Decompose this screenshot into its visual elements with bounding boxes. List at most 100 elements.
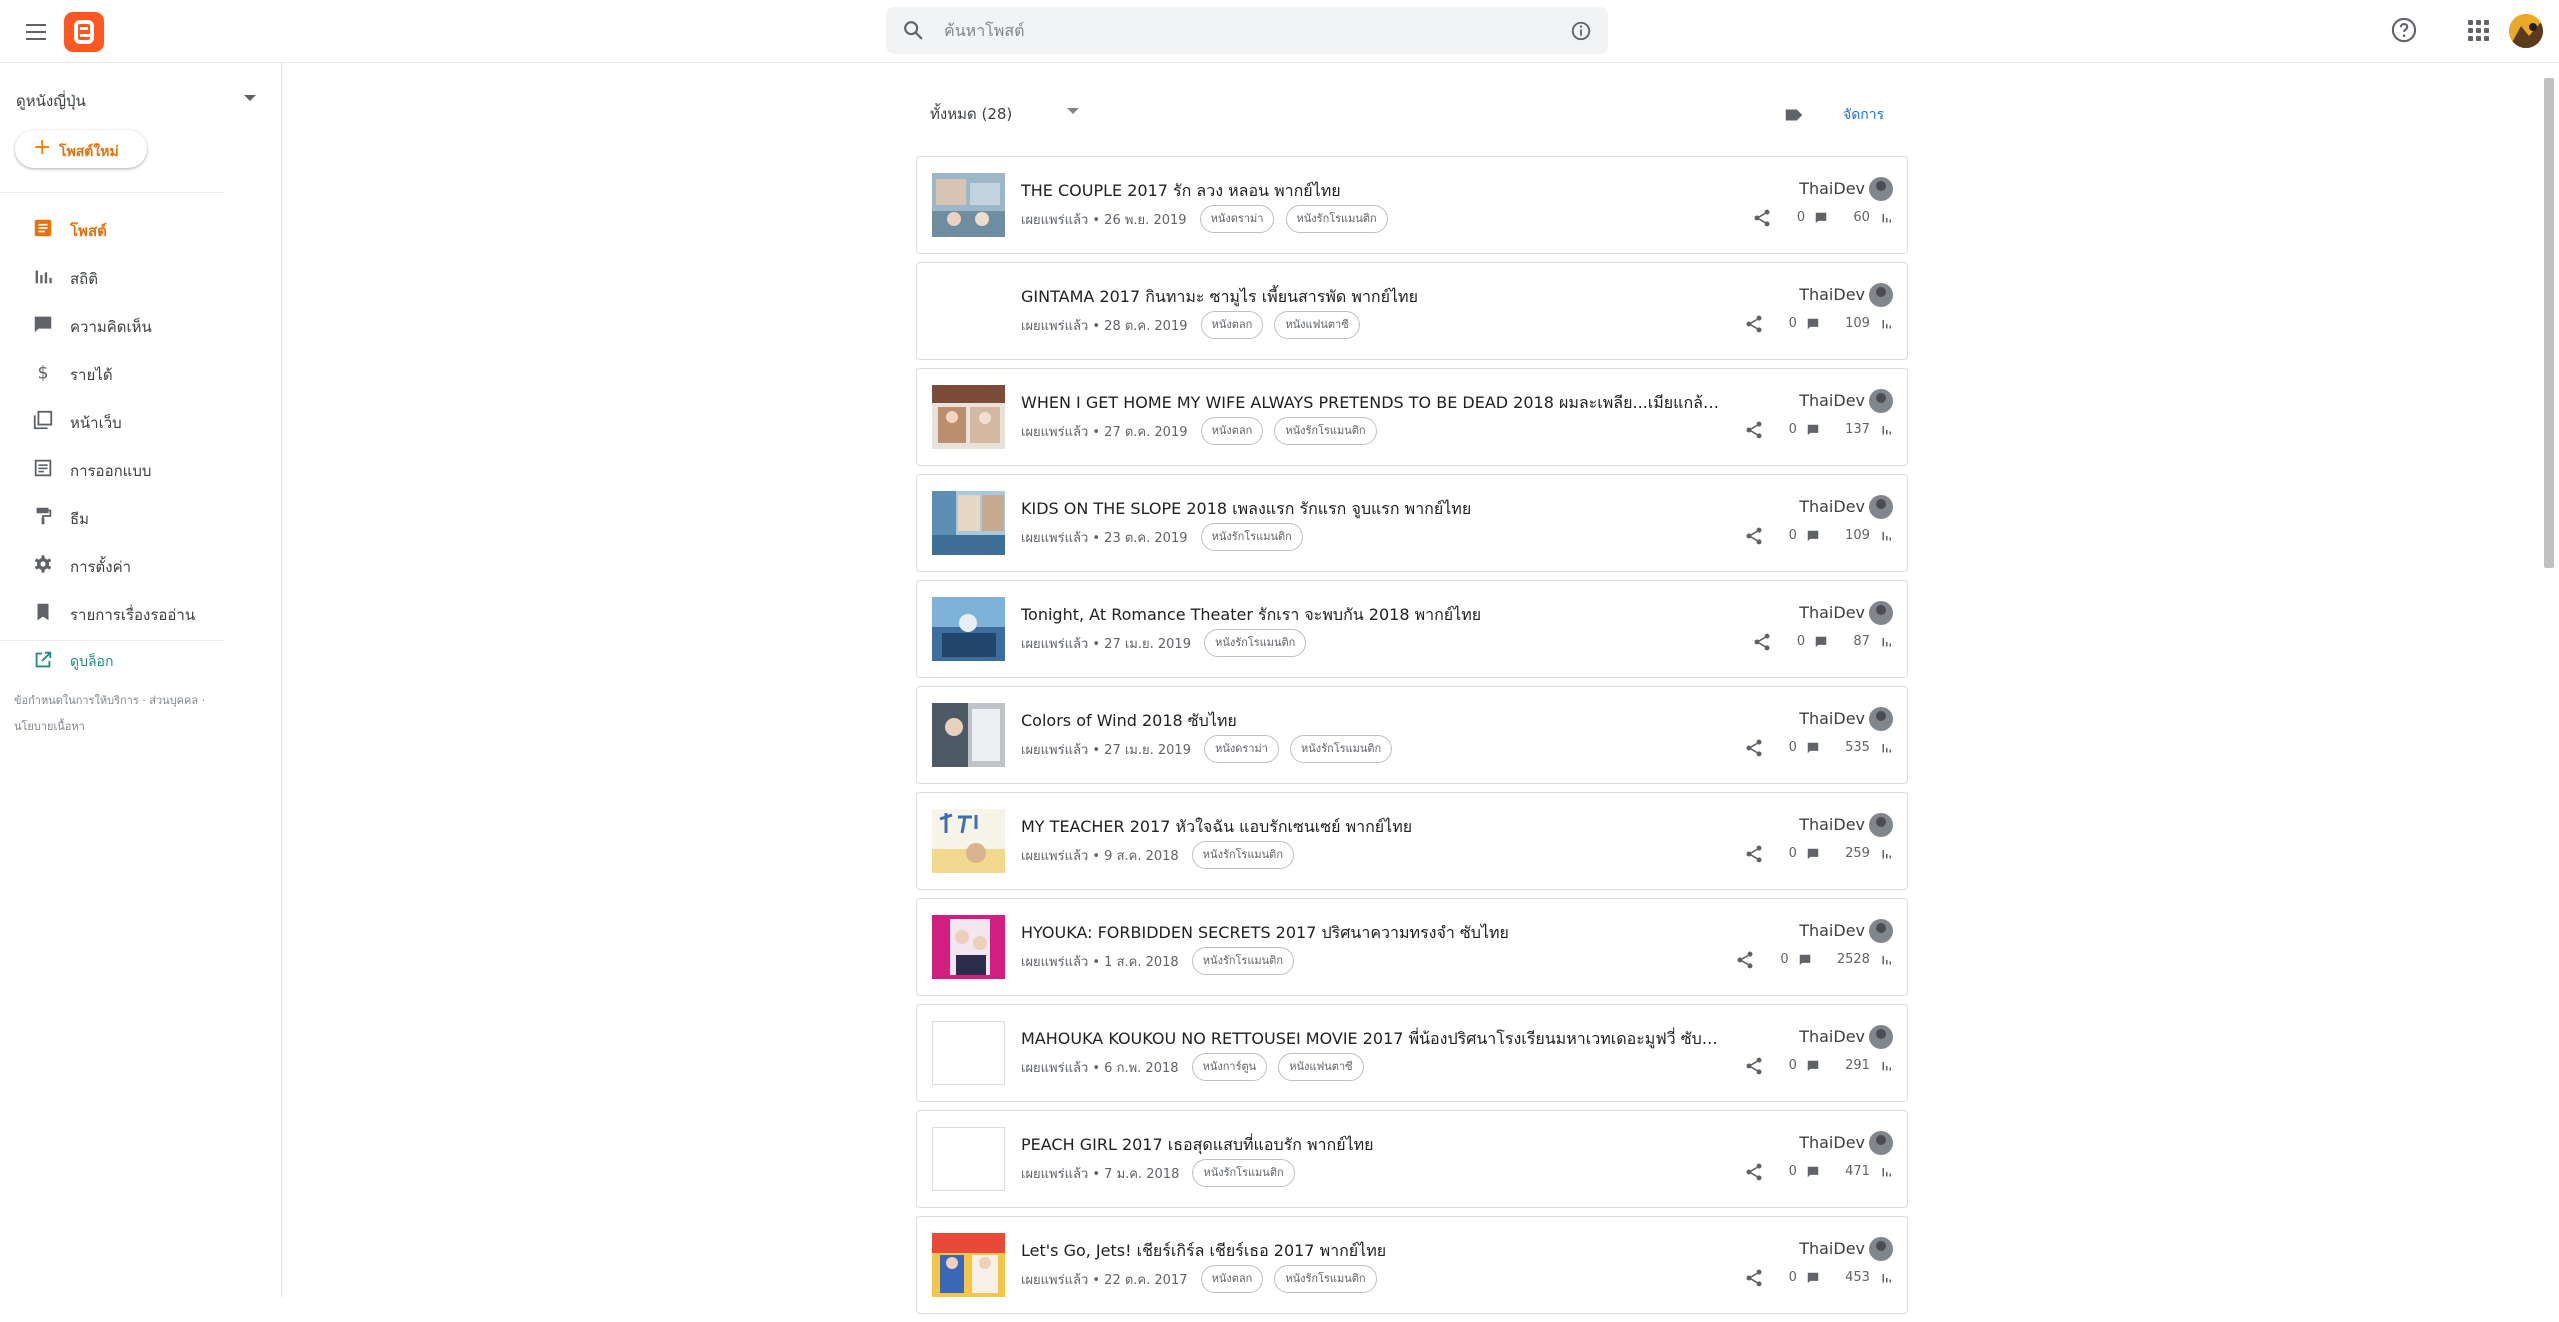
post-item[interactable]: MY TEACHER 2017 หัวใจฉัน แอบรักเซนเซย์ พ… [916, 792, 1908, 890]
post-item[interactable]: WHEN I GET HOME MY WIFE ALWAYS PRETENDS … [916, 368, 1908, 466]
info-icon[interactable] [1570, 20, 1592, 42]
bar-chart-icon [1882, 955, 1891, 964]
top-app-bar [0, 0, 2559, 63]
post-author: ThaiDev [1799, 815, 1865, 834]
share-icon[interactable] [1744, 420, 1764, 440]
layout-icon [34, 459, 52, 477]
post-label-chip[interactable]: หนังตลก [1200, 311, 1264, 339]
post-thumbnail [932, 385, 1005, 449]
comment-icon [1807, 1272, 1819, 1283]
post-title[interactable]: MY TEACHER 2017 หัวใจฉัน แอบรักเซนเซย์ พ… [1021, 815, 1721, 840]
sidebar-item-posts[interactable]: โพสต์ [0, 205, 270, 251]
search-input[interactable] [942, 13, 1522, 48]
share-icon[interactable] [1744, 1268, 1764, 1288]
share-icon[interactable] [1744, 1056, 1764, 1076]
share-icon[interactable] [1744, 844, 1764, 864]
post-title[interactable]: MAHOUKA KOUKOU NO RETTOUSEI MOVIE 2017 พ… [1021, 1027, 1721, 1052]
post-item[interactable]: Let's Go, Jets! เชียร์เกิร์ล เชียร์เธอ 2… [916, 1216, 1908, 1314]
post-label-chip[interactable]: หนังแฟนตาซี [1278, 1053, 1364, 1081]
post-label-chip[interactable]: หนังตลก [1200, 1265, 1264, 1293]
post-label-chip[interactable]: หนังรักโรแมนติก [1285, 205, 1388, 233]
post-title[interactable]: HYOUKA: FORBIDDEN SECRETS 2017 ปริศนาควา… [1021, 921, 1721, 946]
post-title[interactable]: PEACH GIRL 2017 เธอสุดแสบที่แอบรัก พากย์… [1021, 1133, 1721, 1158]
post-status: เผยแพร่แล้ว • 27 ต.ค. 2019 [1021, 424, 1188, 440]
manage-button[interactable]: จัดการ [1843, 104, 1884, 126]
post-filter-dropdown[interactable]: ทั้งหมด (28) [930, 100, 1090, 126]
author-avatar [1869, 601, 1893, 625]
share-icon[interactable] [1744, 738, 1764, 758]
post-title[interactable]: Colors of Wind 2018 ซับไทย [1021, 709, 1721, 734]
author-avatar [1869, 813, 1893, 837]
sidebar-item-reading-list[interactable]: รายการเรื่องรออ่าน [0, 589, 270, 635]
post-item[interactable]: GINTAMA 2017 กินทามะ ซามูไร เพี้ยนสารพัด… [916, 262, 1908, 360]
privacy-link[interactable]: ส่วนบุคคล [149, 694, 198, 707]
share-icon[interactable] [1744, 526, 1764, 546]
post-label-chip[interactable]: หนังรักโรแมนติก [1191, 947, 1294, 975]
help-icon[interactable] [2390, 16, 2418, 44]
post-item[interactable]: PEACH GIRL 2017 เธอสุดแสบที่แอบรัก พากย์… [916, 1110, 1908, 1208]
sidebar-item-stats[interactable]: สถิติ [0, 253, 270, 299]
post-stats: 0 259 [1744, 843, 1893, 869]
view-count: 137 [1845, 422, 1870, 437]
author-avatar [1869, 495, 1893, 519]
share-icon[interactable] [1752, 208, 1772, 228]
share-icon[interactable] [1744, 1162, 1764, 1182]
post-item[interactable]: KIDS ON THE SLOPE 2018 เพลงแรก รักแรก จู… [916, 474, 1908, 572]
share-icon[interactable] [1744, 314, 1764, 334]
post-thumbnail [932, 703, 1005, 767]
account-avatar[interactable] [2509, 14, 2543, 48]
post-thumbnail [932, 597, 1005, 661]
sidebar-item-comments[interactable]: ความคิดเห็น [0, 301, 270, 347]
post-label-chip[interactable]: หนังรักโรแมนติก [1192, 1159, 1295, 1187]
sidebar-item-earnings[interactable]: $ รายได้ [0, 349, 270, 395]
post-label-chip[interactable]: หนังดราม่า [1204, 735, 1279, 763]
post-label-chip[interactable]: หนังรักโรแมนติก [1200, 523, 1303, 551]
post-label-chip[interactable]: หนังดราม่า [1199, 205, 1275, 233]
post-label-chip[interactable]: หนังรักโรแมนติก [1204, 629, 1307, 657]
share-icon[interactable] [1735, 950, 1755, 970]
bar-chart-icon [1882, 1273, 1891, 1282]
post-thumbnail-broken [932, 1127, 1005, 1191]
post-title[interactable]: Let's Go, Jets! เชียร์เกิร์ล เชียร์เธอ 2… [1021, 1239, 1721, 1264]
post-item[interactable]: Tonight, At Romance Theater รักเรา จะพบก… [916, 580, 1908, 678]
plus-icon: + [33, 135, 52, 160]
post-label-chip[interactable]: หนังรักโรแมนติก [1191, 841, 1294, 869]
sidebar-item-settings[interactable]: การตั้งค่า [0, 541, 270, 587]
post-title[interactable]: WHEN I GET HOME MY WIFE ALWAYS PRETENDS … [1021, 391, 1721, 416]
sidebar-item-label: ธีม [70, 510, 90, 528]
view-count: 291 [1845, 1058, 1870, 1073]
post-label-chip[interactable]: หนังการ์ตูน [1191, 1053, 1268, 1081]
apps-grid-icon[interactable] [2466, 18, 2492, 44]
post-item[interactable]: HYOUKA: FORBIDDEN SECRETS 2017 ปริศนาควา… [916, 898, 1908, 996]
view-blog-link[interactable]: ดูบล็อก [0, 637, 270, 683]
post-label-chip[interactable]: หนังรักโรแมนติก [1289, 735, 1393, 763]
post-item[interactable]: THE COUPLE 2017 รัก ลวง หลอน พากย์ไทย เผ… [916, 156, 1908, 254]
post-item[interactable]: MAHOUKA KOUKOU NO RETTOUSEI MOVIE 2017 พ… [916, 1004, 1908, 1102]
post-label-chip[interactable]: หนังตลก [1200, 417, 1264, 445]
sidebar-item-theme[interactable]: ธีม [0, 493, 270, 539]
post-label-chip[interactable]: หนังรักโรแมนติก [1274, 417, 1377, 445]
new-post-button[interactable]: + โพสต์ใหม่ [15, 130, 147, 168]
terms-link[interactable]: ข้อกำหนดในการให้บริการ [14, 694, 139, 707]
post-label-chip[interactable]: หนังแฟนตาซี [1274, 311, 1360, 339]
post-title[interactable]: GINTAMA 2017 กินทามะ ซามูไร เพี้ยนสารพัด… [1021, 285, 1721, 310]
post-item[interactable]: Colors of Wind 2018 ซับไทย เผยแพร่แล้ว •… [916, 686, 1908, 784]
search-icon[interactable] [902, 19, 924, 41]
label-icon[interactable] [1783, 104, 1805, 126]
blog-selector[interactable]: ดูหนังญี่ปุ่น [16, 83, 256, 115]
view-count: 109 [1845, 316, 1870, 331]
sidebar-item-layout[interactable]: การออกแบบ [0, 445, 270, 491]
share-icon[interactable] [1752, 632, 1772, 652]
post-label-chip[interactable]: หนังรักโรแมนติก [1274, 1265, 1377, 1293]
author-avatar [1869, 1237, 1893, 1261]
post-title[interactable]: KIDS ON THE SLOPE 2018 เพลงแรก รักแรก จู… [1021, 497, 1721, 522]
content-policy-link[interactable]: นโยบายเนื้อหา [14, 720, 85, 733]
main-menu-button[interactable] [20, 17, 52, 47]
comment-icon [1816, 212, 1827, 223]
post-title[interactable]: Tonight, At Romance Theater รักเรา จะพบก… [1021, 603, 1721, 628]
blogger-logo[interactable] [64, 12, 104, 52]
scrollbar-thumb[interactable] [2544, 78, 2554, 568]
comment-count: 0 [1788, 846, 1797, 861]
post-title[interactable]: THE COUPLE 2017 รัก ลวง หลอน พากย์ไทย [1021, 179, 1721, 204]
sidebar-item-pages[interactable]: หน้าเว็บ [0, 397, 270, 443]
